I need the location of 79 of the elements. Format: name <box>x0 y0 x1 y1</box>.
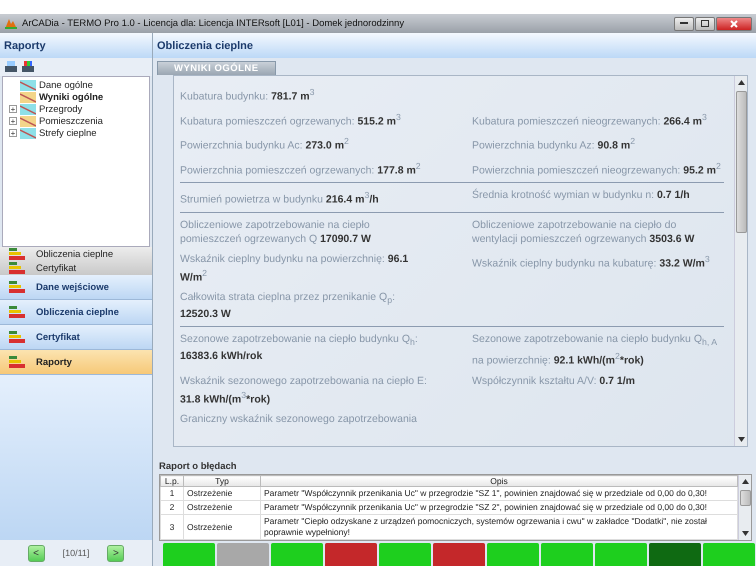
stack-item[interactable]: Obliczenia cieplne <box>36 248 114 260</box>
tree-item[interactable]: Wyniki ogólne <box>39 92 104 102</box>
result-text: Wskaźnik cieplny budynku na powierzchnię: 96.1 W/m$^{2}$ <box>180 252 410 284</box>
printer-icon[interactable] <box>4 60 18 74</box>
result-text: Kubatura pomieszczeń nieogrzewanych: 266.4 m$^{3}$ <box>472 110 708 128</box>
result-text: Całkowita strata cieplna przez przenikanie Q$_{p}$: 12520.3 W <box>180 290 396 322</box>
tree-item[interactable]: Pomieszczenia <box>39 116 103 126</box>
panel-header: Obliczenia cieplne <box>153 33 756 58</box>
result-text: Sezonowe zapotrzebowanie na ciepło budynku Q$_{h}$: 16383.6 kWh/rok <box>180 332 419 364</box>
panel-header: Raporty <box>0 33 152 58</box>
scrollbar[interactable] <box>738 475 751 540</box>
nav-button[interactable]: Certyfikat <box>0 325 152 350</box>
close-icon <box>730 20 738 28</box>
maximize-icon <box>701 20 709 27</box>
result-text: Powierzchnia pomieszczeń nieogrzewanych: 95.2 m$^{2}$ <box>472 160 722 177</box>
nav-button[interactable]: Raporty <box>0 350 152 375</box>
tree-item[interactable]: Strefy cieplne <box>39 128 97 138</box>
result-text: Obliczeniowe zapotrzebowanie na ciepło do wentylacji pomieszczeń ogrzewanych 3503.6 W <box>472 218 696 246</box>
expander[interactable]: + <box>9 117 17 125</box>
close-button[interactable] <box>716 16 752 30</box>
node-icon <box>20 128 36 138</box>
next-button[interactable]: > <box>107 544 124 562</box>
table-cell: 2 <box>160 500 184 514</box>
table-cell: Parametr "Ciepło odzyskane z urządzeń pomocniczych, systemów ogrzewania i cwu" w zakładce "Dodatki", nie został poprawnie wypełniony! <box>260 514 738 540</box>
expander[interactable]: + <box>9 129 17 137</box>
table-cell: Parametr "Współczynnik przenikania Uc" w przegrodzie "SZ 1", powinien znajdować się w przedziale od 0,00 do 0,30! <box>260 486 738 500</box>
scroll-down-icon[interactable] <box>742 531 748 536</box>
tree-item[interactable]: Dane ogólne <box>39 80 93 90</box>
table-cell: Ostrzeżenie <box>184 514 260 540</box>
stack-item[interactable]: Certyfikat <box>36 262 76 274</box>
table-cell: 1 <box>160 486 184 500</box>
color-printer-icon[interactable] <box>21 60 35 74</box>
node-icon <box>20 116 36 126</box>
bars-icon <box>8 261 26 275</box>
window-title: ArCADia - TERMO Pro 1.0 - Licencja dla: Licencja INTERsoft [L01] - Domek jednorodzinny <box>22 18 404 29</box>
column-header[interactable]: L.p. <box>160 476 184 486</box>
scroll-thumb[interactable] <box>736 91 746 233</box>
result-text: Powierzchnia budynku Az: 90.8 m$^{2}$ <box>472 135 636 152</box>
table-cell: Parametr "Współczynnik przenikania Uc" w przegrodzie "SZ 2", powinien znajdować się w przedziale od 0,00 do 0,30! <box>260 500 738 514</box>
scrollbar[interactable] <box>734 76 747 446</box>
scroll-up-icon[interactable] <box>738 80 744 85</box>
table-cell: Ostrzeżenie <box>184 486 260 500</box>
result-text: Powierzchnia budynku Ac: 273.0 m$^{2}$ <box>180 135 350 152</box>
bars-icon <box>8 305 26 319</box>
result-text: Współczynnik kształtu A/V: 0.7 1/m <box>472 374 636 389</box>
previous-button[interactable]: < <box>28 544 45 562</box>
page-counter: [10/11] <box>62 548 90 558</box>
result-text: Kubatura pomieszczeń ogrzewanych: 515.2 m$^{3}$ <box>180 110 402 128</box>
tree-item[interactable]: Przegrody <box>39 104 82 114</box>
bars-icon <box>8 247 26 261</box>
bars-icon <box>8 355 26 369</box>
result-text: Obliczeniowe zapotrzebowanie na ciepło pomieszczeń ogrzewanych Q 17090.7 W <box>180 218 372 246</box>
bars-icon <box>8 330 26 344</box>
node-icon <box>20 80 36 90</box>
scroll-up-icon[interactable] <box>742 479 748 484</box>
node-icon <box>20 92 36 102</box>
node-icon <box>20 104 36 114</box>
result-text: Wskaźnik cieplny budynku na kubaturę: 33.2 W/m$^{3}$ <box>472 252 711 271</box>
section-title: Raport o błędach <box>159 461 238 472</box>
scroll-thumb[interactable] <box>740 490 750 506</box>
minimize-icon <box>680 22 688 25</box>
minimize-button[interactable] <box>674 16 694 30</box>
expander[interactable]: + <box>9 105 17 113</box>
result-text: Graniczny wskaźnik sezonowego zapotrzebowania <box>180 412 418 426</box>
table-cell: Ostrzeżenie <box>184 500 260 514</box>
result-text: Powierzchnia pomieszczeń ogrzewanych: 177.8 m$^{2}$ <box>180 160 422 177</box>
result-text: Sezonowe zapotrzebowanie na ciepło budynku Q$_{h, A}$ na powierzchnię: 92.1 kWh/(m$^{2}$*rok) <box>472 332 718 368</box>
scroll-down-icon[interactable] <box>738 437 744 442</box>
table-cell: 3 <box>160 514 184 540</box>
result-text: Średnia krotność wymian w budynku n: 0.7 1/h <box>472 188 691 203</box>
result-text: Strumień powietrza w budynku 216.4 m$^{3}$/h <box>180 189 380 206</box>
nav-button[interactable]: Obliczenia cieplne <box>0 300 152 325</box>
result-text: Kubatura budynku: 781.7 m$^{3}$ <box>180 86 316 104</box>
column-header[interactable]: Typ <box>184 476 260 486</box>
maximize-button[interactable] <box>695 16 715 30</box>
nav-button[interactable]: Dane wejściowe <box>0 275 152 300</box>
result-text: Wskaźnik sezonowego zapotrzebowania na ciepło E: 31.8 kWh/(m$^{3}$*rok) <box>180 374 428 406</box>
column-header[interactable]: Opis <box>260 476 738 486</box>
app-logo <box>4 18 18 30</box>
